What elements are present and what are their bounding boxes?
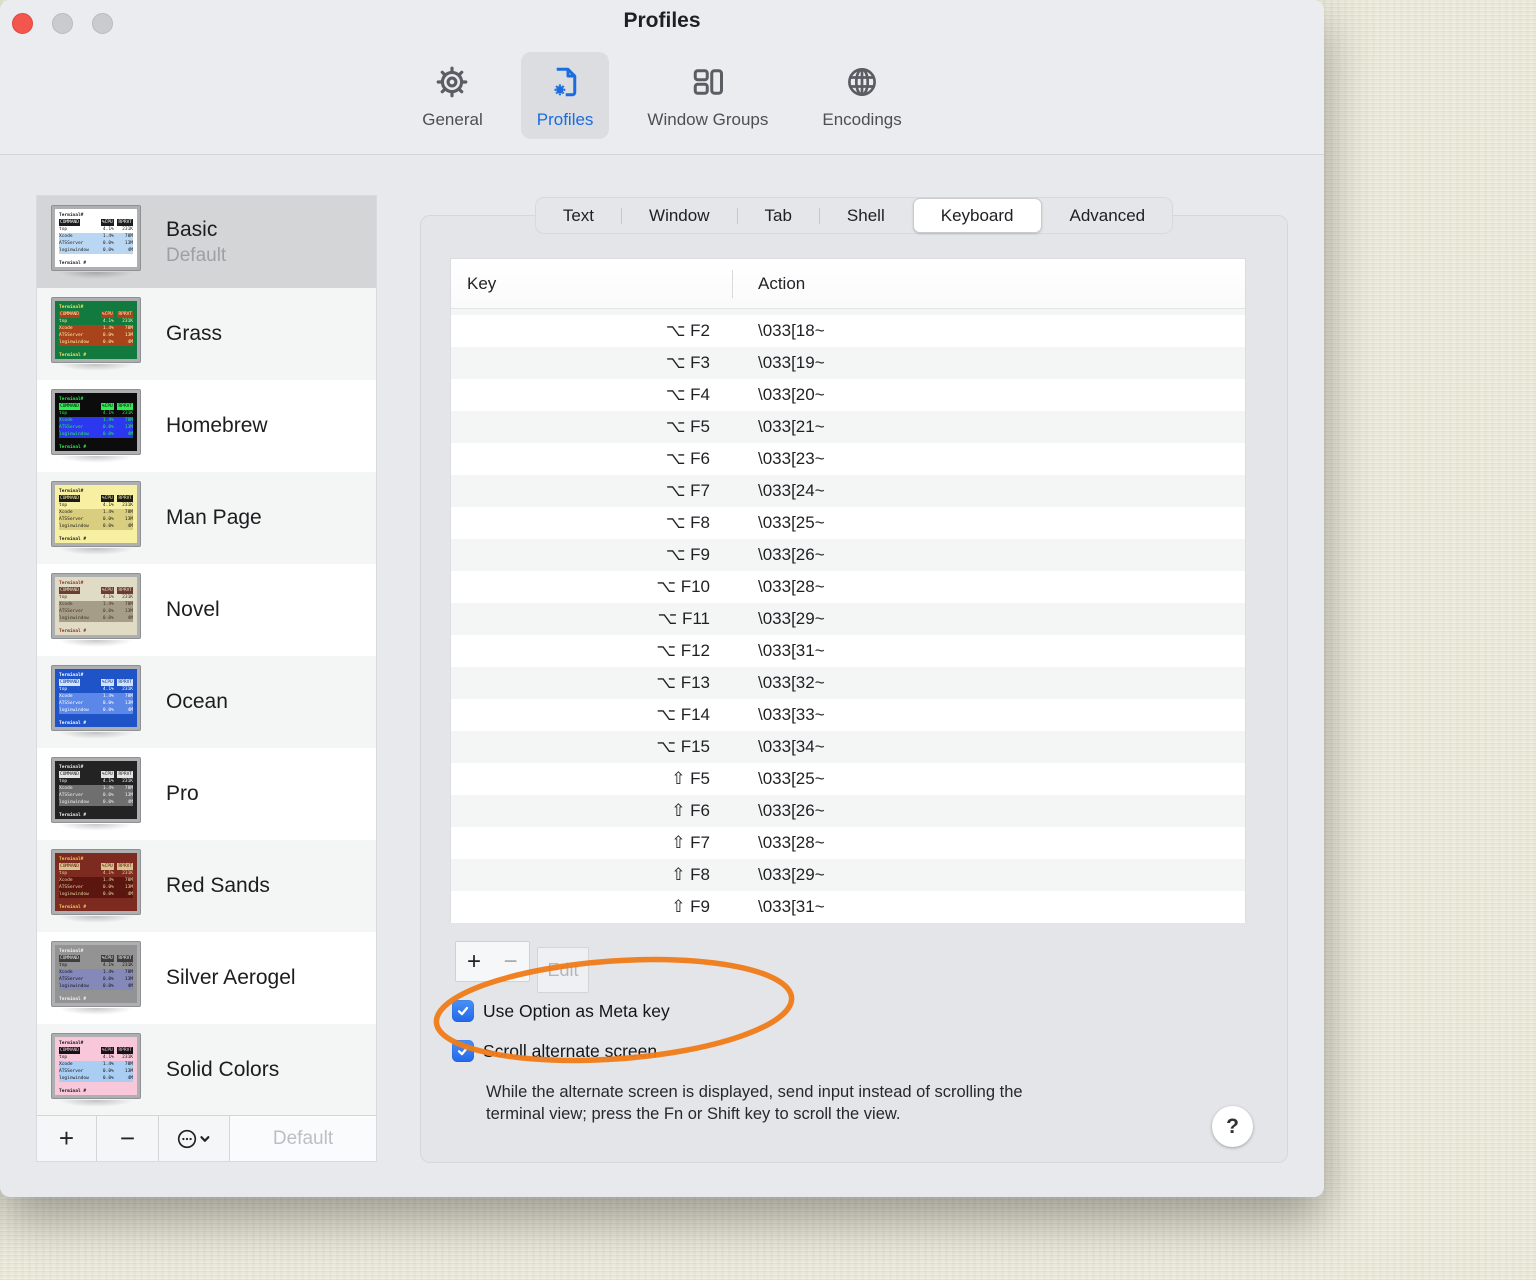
profile-name: Pro xyxy=(166,782,199,805)
remove-profile-button[interactable]: − xyxy=(97,1116,159,1161)
remove-key-button[interactable]: − xyxy=(492,941,530,982)
window-groups-icon xyxy=(689,60,727,104)
table-row[interactable]: ⌥ F14 \033[33~ xyxy=(451,699,1245,731)
profile-thumbnail: Terminal# COMMAND %CPU RPRVT top 4.1% 231K Xcod… xyxy=(52,297,140,371)
profile-list: Terminal# COMMAND %CPU RPRVT top 4.1% 231K Xcod… xyxy=(37,196,376,1116)
table-row[interactable]: ⌥ F2 \033[18~ xyxy=(451,315,1245,347)
table-row[interactable]: ⌥ F3 \033[19~ xyxy=(451,347,1245,379)
toolbar-item-label: Encodings xyxy=(822,110,902,129)
checkbox-label: Scroll alternate screen xyxy=(483,1040,658,1061)
profile-row-pro[interactable]: Terminal# COMMAND %CPU RPRVT top 4.1% 231K Xcod… xyxy=(37,748,376,840)
tab-advanced[interactable]: Advanced xyxy=(1043,197,1173,234)
profile-row-grass[interactable]: Terminal# COMMAND %CPU RPRVT top 4.1% 231K Xcod… xyxy=(37,288,376,380)
profile-row-homebrew[interactable]: Terminal# COMMAND %CPU RPRVT top 4.1% 231K Xcod… xyxy=(37,380,376,472)
profile-thumbnail: Terminal# COMMAND %CPU RPRVT top 4.1% 231K Xcod… xyxy=(52,849,140,923)
toolbar-item-profiles[interactable]: Profiles xyxy=(520,52,610,139)
profile-name: Man Page xyxy=(166,506,262,529)
table-header: Key Action xyxy=(451,259,1245,309)
profile-name: Basic xyxy=(166,217,218,241)
table-body: ⌥ F2 \033[18~ ⌥ F3 \033[19~ ⌥ F4 \033[20~ ⌥ F5… xyxy=(451,315,1245,923)
tab-text[interactable]: Text xyxy=(536,197,621,234)
table-row[interactable]: ⌥ F9 \033[26~ xyxy=(451,539,1245,571)
table-row[interactable]: ⌥ F8 \033[25~ xyxy=(451,507,1245,539)
profile-subtitle: Default xyxy=(166,244,227,266)
toolbar: General Profiles Window Groups Encodings xyxy=(0,52,1324,139)
profile-thumbnail: Terminal# COMMAND %CPU RPRVT top 4.1% 231K Xcod… xyxy=(52,481,140,555)
profile-name: Ocean xyxy=(166,690,228,713)
table-row[interactable]: ⌥ F5 \033[21~ xyxy=(451,411,1245,443)
column-header-key: Key xyxy=(467,274,497,293)
toolbar-item-label: Profiles xyxy=(536,110,594,129)
table-row[interactable]: ⌥ F11 \033[29~ xyxy=(451,603,1245,635)
profile-name: Solid Colors xyxy=(166,1058,280,1081)
table-row[interactable]: ⌥ F7 \033[24~ xyxy=(451,475,1245,507)
profile-row-basic[interactable]: Terminal# COMMAND %CPU RPRVT top 4.1% 231K Xcod… xyxy=(37,196,376,288)
column-divider xyxy=(732,270,733,298)
profile-row-ocean[interactable]: Terminal# COMMAND %CPU RPRVT top 4.1% 231K Xcod… xyxy=(37,656,376,748)
column-header-action: Action xyxy=(758,274,806,293)
table-row[interactable]: ⌥ F4 \033[20~ xyxy=(451,379,1245,411)
table-row[interactable]: ⌥ F6 \033[23~ xyxy=(451,443,1245,475)
profile-row-red-sands[interactable]: Terminal# COMMAND %CPU RPRVT top 4.1% 231K Xcod… xyxy=(37,840,376,932)
profile-name: Grass xyxy=(166,322,223,345)
key-mapping-table[interactable]: Key Action ⌥ F2 \033[18~ ⌥ F3 \033[19~ ⌥ F4 \… xyxy=(450,258,1246,923)
profile-row-novel[interactable]: Terminal# COMMAND %CPU RPRVT top 4.1% 231K Xcod… xyxy=(37,564,376,656)
profile-row-man-page[interactable]: Terminal# COMMAND %CPU RPRVT top 4.1% 231K Xcod… xyxy=(37,472,376,564)
profile-name: Silver Aerogel xyxy=(166,966,296,989)
titlebar: Profiles General Profiles Window Groups … xyxy=(0,0,1324,155)
add-key-button[interactable]: + xyxy=(455,941,493,982)
tab-tab[interactable]: Tab xyxy=(738,197,819,234)
table-row[interactable]: ⌥ F10 \033[28~ xyxy=(451,571,1245,603)
tab-shell[interactable]: Shell xyxy=(820,197,912,234)
profile-thumbnail: Terminal# COMMAND %CPU RPRVT top 4.1% 231K Xcod… xyxy=(52,665,140,739)
gear-icon xyxy=(434,60,470,104)
add-profile-button[interactable]: + xyxy=(37,1116,97,1161)
tab-keyboard[interactable]: Keyboard xyxy=(912,198,1042,233)
table-row[interactable]: ⇧ F5 \033[25~ xyxy=(451,763,1245,795)
profile-thumbnail: Terminal# COMMAND %CPU RPRVT top 4.1% 231K Xcod… xyxy=(52,573,140,647)
window-title: Profiles xyxy=(623,9,701,32)
profile-thumbnail: Terminal# COMMAND %CPU RPRVT top 4.1% 231K Xcod… xyxy=(52,205,140,279)
scroll-alternate-screen-row: Scroll alternate screen xyxy=(452,1040,657,1062)
use-option-as-meta-key-row: Use Option as Meta key xyxy=(452,1000,670,1022)
profile-thumbnail: Terminal# COMMAND %CPU RPRVT top 4.1% 231K Xcod… xyxy=(52,757,140,831)
profile-row-silver-aerogel[interactable]: Terminal# COMMAND %CPU RPRVT top 4.1% 231K Xcod… xyxy=(37,932,376,1024)
profile-thumbnail: Terminal# COMMAND %CPU RPRVT top 4.1% 231K Xcod… xyxy=(52,941,140,1015)
edit-key-button[interactable]: Edit xyxy=(537,947,589,993)
scroll-alternate-screen-checkbox[interactable] xyxy=(452,1040,474,1062)
toolbar-item-label: General xyxy=(422,110,483,129)
profile-name: Red Sands xyxy=(166,874,270,897)
profile-thumbnail: Terminal# COMMAND %CPU RPRVT top 4.1% 231K Xcod… xyxy=(52,1033,140,1107)
use-option-as-meta-key-checkbox[interactable] xyxy=(452,1000,474,1022)
profile-doc-icon xyxy=(547,60,583,104)
help-button[interactable]: ? xyxy=(1212,1106,1253,1147)
globe-icon xyxy=(844,60,880,104)
tab-window[interactable]: Window xyxy=(622,197,736,234)
toolbar-item-general[interactable]: General xyxy=(406,52,498,139)
tab-bar: Text Window Tab Shell Keyboard Advanced xyxy=(534,197,1174,234)
profile-row-solid-colors[interactable]: Terminal# COMMAND %CPU RPRVT top 4.1% 231K Xcod… xyxy=(37,1024,376,1116)
default-profile-button[interactable]: Default xyxy=(230,1116,376,1161)
profile-thumbnail: Terminal# COMMAND %CPU RPRVT top 4.1% 231K Xcod… xyxy=(52,389,140,463)
checkbox-label: Use Option as Meta key xyxy=(483,1000,670,1021)
toolbar-item-encodings[interactable]: Encodings xyxy=(806,52,917,139)
profile-name: Homebrew xyxy=(166,414,268,437)
table-row[interactable]: ⇧ F7 \033[28~ xyxy=(451,827,1245,859)
profile-sidebar: Terminal# COMMAND %CPU RPRVT top 4.1% 231K Xcod… xyxy=(36,195,377,1162)
profile-name: Novel xyxy=(166,598,220,621)
profile-actions-menu-button[interactable] xyxy=(159,1116,230,1161)
alternate-screen-help-text: While the alternate screen is displayed,… xyxy=(486,1083,1023,1123)
table-row[interactable]: ⇧ F6 \033[26~ xyxy=(451,795,1245,827)
table-row[interactable]: ⌥ F12 \033[31~ xyxy=(451,635,1245,667)
table-row[interactable]: ⌥ F15 \033[34~ xyxy=(451,731,1245,763)
sidebar-footer: + − Default xyxy=(37,1115,376,1161)
more-options-icon xyxy=(177,1129,210,1148)
preferences-window: Profiles General Profiles Window Groups … xyxy=(0,0,1324,1197)
table-row[interactable]: ⇧ F9 \033[31~ xyxy=(451,891,1245,923)
table-row[interactable]: ⌥ F13 \033[32~ xyxy=(451,667,1245,699)
toolbar-item-label: Window Groups xyxy=(647,110,769,129)
toolbar-item-window-groups[interactable]: Window Groups xyxy=(631,52,784,139)
table-row[interactable]: ⇧ F8 \033[29~ xyxy=(451,859,1245,891)
